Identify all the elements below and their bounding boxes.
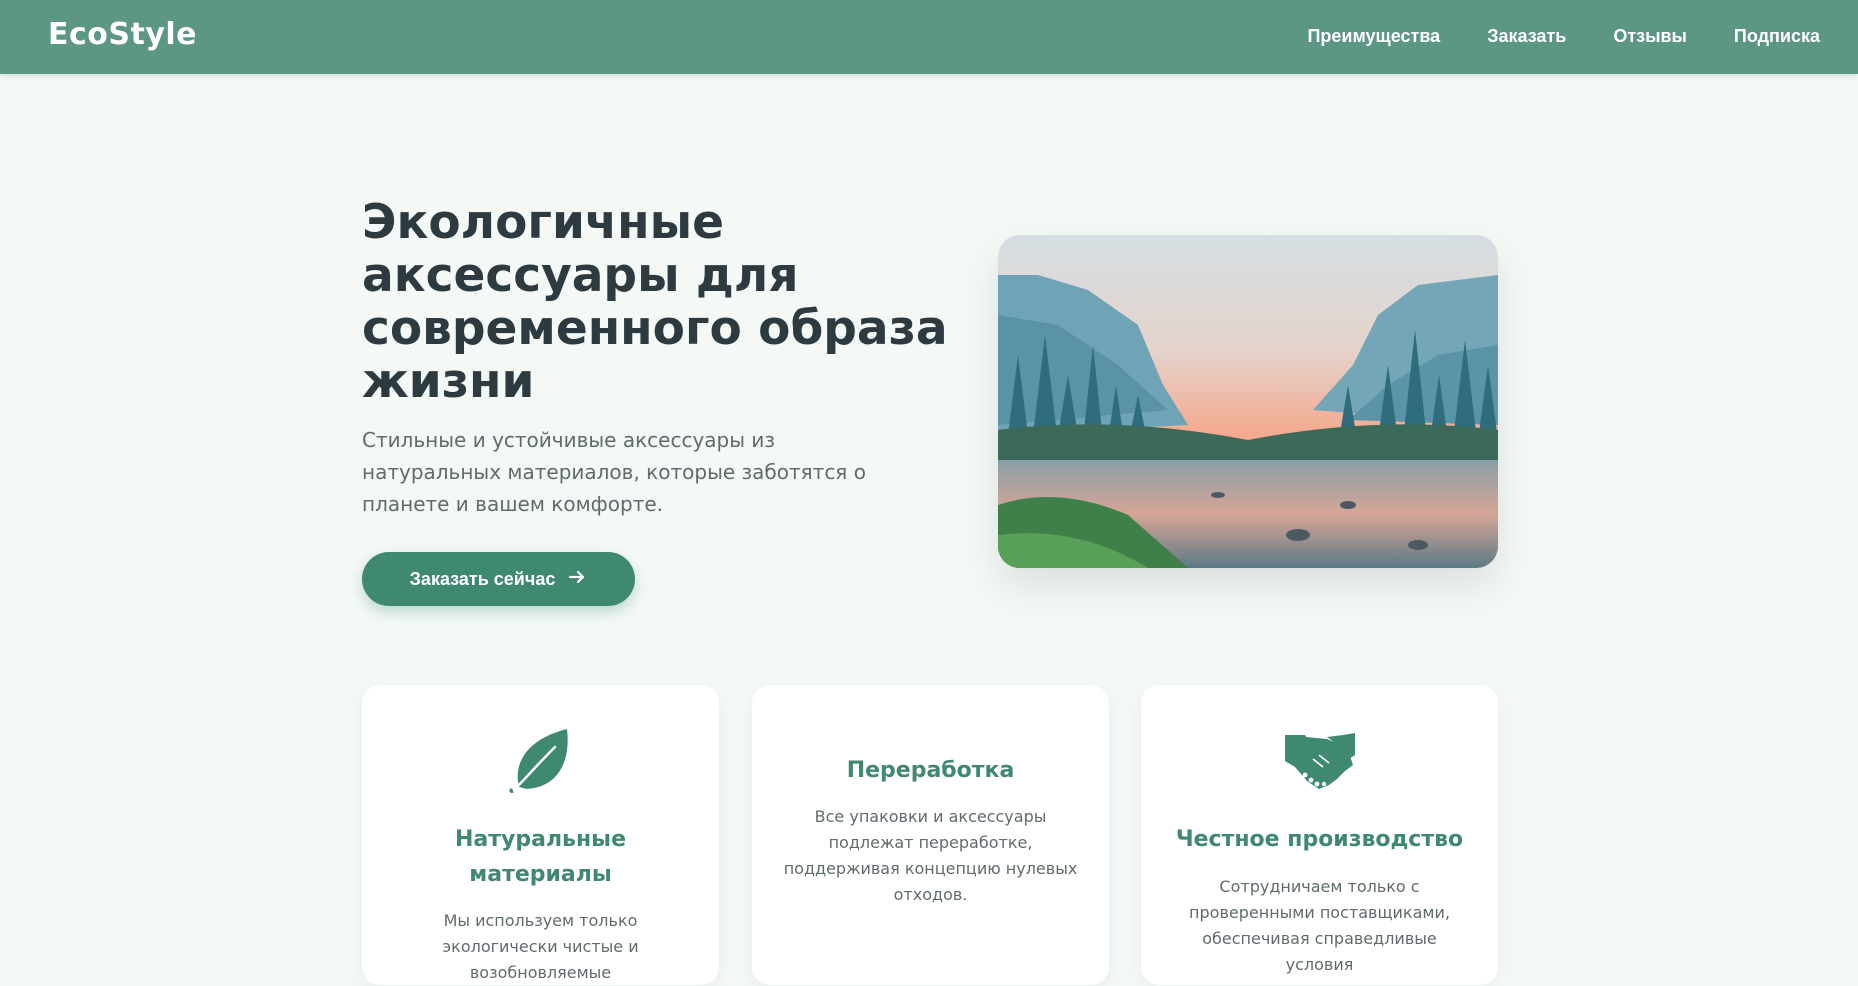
feature-text-recycling: Все упаковки и аксессуары подлежат перер… bbox=[783, 807, 1078, 904]
nav-link-reviews[interactable]: Отзывы bbox=[1613, 26, 1687, 47]
feature-card-recycling: Переработка Все упаковки и аксессуары по… bbox=[752, 685, 1109, 985]
logo[interactable]: EcoStyle bbox=[48, 17, 197, 52]
nav-link-subscription[interactable]: Подписка bbox=[1734, 26, 1820, 47]
nav-link-order[interactable]: Заказать bbox=[1487, 26, 1566, 47]
order-now-button[interactable]: Заказать сейчас bbox=[362, 552, 635, 606]
feature-title-natural-materials: Натуральные материалы bbox=[455, 827, 626, 887]
hero-title: Экологичные аксессуары для современного … bbox=[362, 195, 948, 409]
feature-title-recycling: Переработка bbox=[846, 758, 1015, 783]
order-now-button-label: Заказать сейчас bbox=[409, 568, 556, 589]
handshake-icon bbox=[1141, 729, 1498, 795]
top-navbar: EcoStyle Преимущества Заказать Отзывы По… bbox=[0, 0, 1858, 74]
feature-text-fair-production: Сотрудничаем только с проверенными поста… bbox=[1189, 877, 1450, 974]
nav-menu: Преимущества Заказать Отзывы Подписка bbox=[1307, 26, 1820, 47]
hero-landscape-image bbox=[998, 235, 1498, 568]
feature-text-natural-materials: Мы используем только экологически чистые… bbox=[442, 911, 639, 982]
leaf-icon bbox=[362, 725, 719, 795]
feature-title-fair-production: Честное производство bbox=[1175, 827, 1464, 852]
hero-subtitle: Стильные и устойчивые аксессуары из нату… bbox=[362, 428, 866, 516]
feature-card-fair-production: Честное производство Сотрудничаем только… bbox=[1141, 685, 1498, 985]
feature-card-natural-materials: Натуральные материалы Мы используем толь… bbox=[362, 685, 719, 985]
arrow-right-icon bbox=[567, 567, 587, 592]
nav-link-advantages[interactable]: Преимущества bbox=[1307, 26, 1440, 47]
